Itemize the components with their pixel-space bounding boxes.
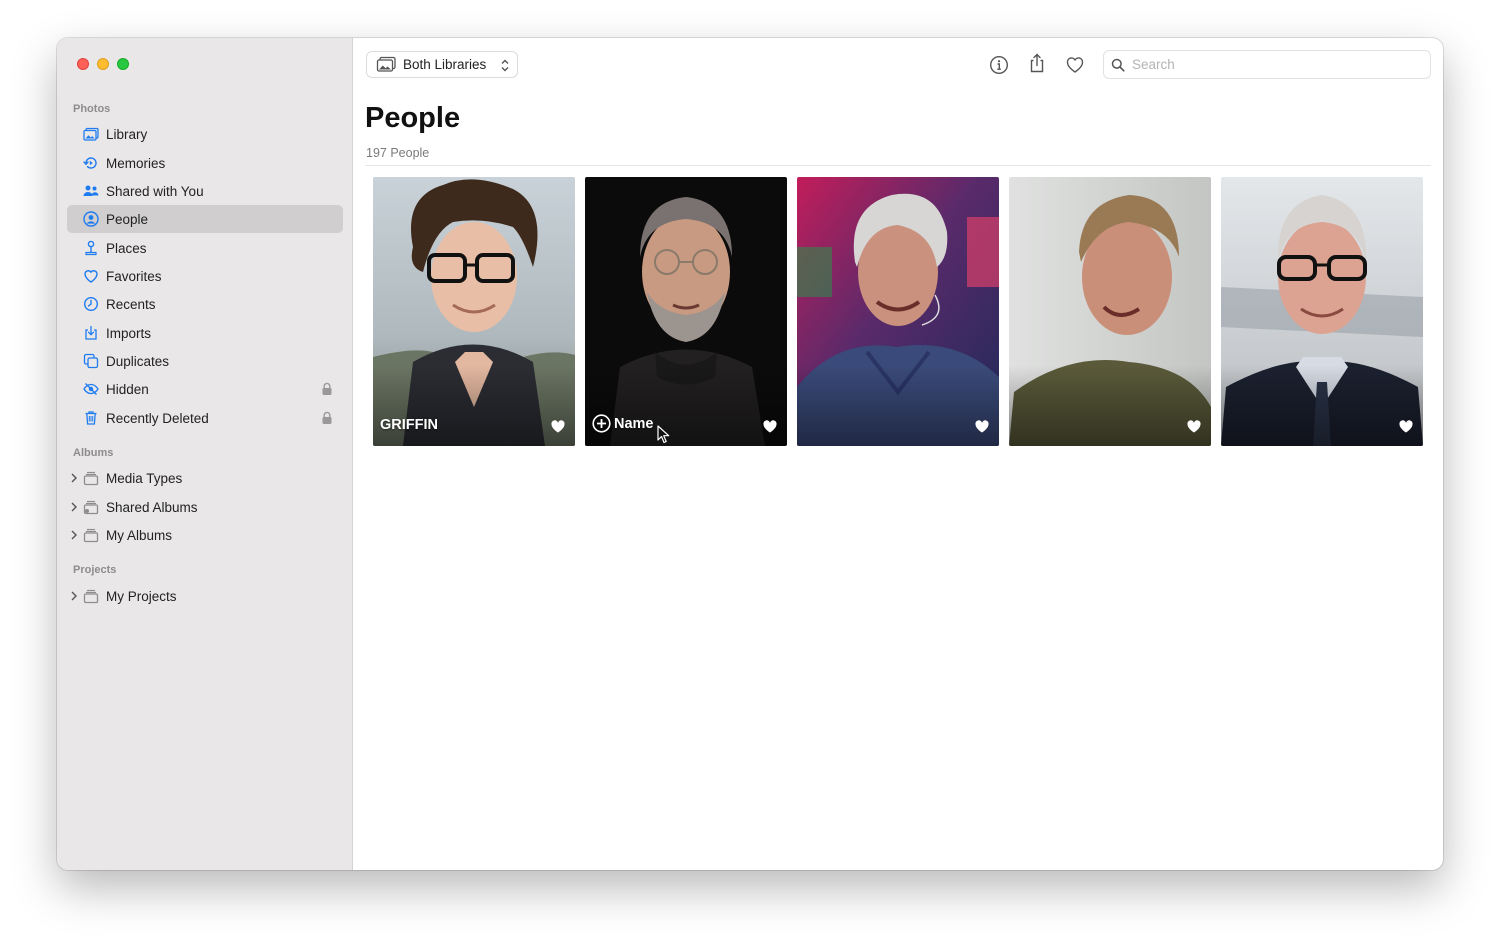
sidebar-item-library[interactable]: Library [67,120,343,148]
places-pin-icon [83,240,99,256]
sidebar-item-label: Shared with You [106,183,204,199]
search-input[interactable] [1132,57,1412,72]
memories-icon [83,155,99,171]
person-card[interactable] [1221,177,1423,446]
divider [365,165,1431,166]
sidebar-item-label: My Projects [106,588,177,604]
sidebar-item-shared-with-you[interactable]: Shared with You [67,177,343,205]
sidebar-item-label: My Albums [106,527,173,543]
sidebar-item-label: Hidden [106,381,149,397]
sidebar-item-people[interactable]: People [67,205,343,233]
sidebar-item-label: People [106,211,149,227]
sidebar-item-label: Recents [106,296,156,312]
folder-icon [83,527,99,543]
person-card[interactable] [1009,177,1211,446]
person-card[interactable]: Name [585,177,787,446]
shared-with-you-icon [83,183,99,199]
share-icon [1030,53,1044,73]
people-icon [83,211,99,227]
sidebar-item-duplicates[interactable]: Duplicates [67,347,343,375]
minimize-button[interactable] [97,58,109,70]
main-content: Both Libraries People 197 People [354,38,1443,870]
sidebar-item-hidden[interactable]: Hidden [67,375,343,403]
mouse-cursor-icon [657,425,670,444]
photo-library-icon [83,126,99,142]
photos-window: Photos Library Memories Shared with You … [57,38,1443,870]
person-card[interactable] [797,177,999,446]
sidebar-item-recents[interactable]: Recents [67,290,343,318]
close-button[interactable] [77,58,89,70]
sidebar: Photos Library Memories Shared with You … [57,38,353,870]
duplicates-icon [83,353,99,369]
sidebar-item-label: Memories [106,155,166,171]
favorite-heart-icon[interactable] [975,420,989,433]
sidebar-item-my-albums[interactable]: My Albums [67,521,343,549]
sidebar-item-media-types[interactable]: Media Types [67,464,343,492]
sidebar-item-label: Favorites [106,268,162,284]
page-title: People [365,102,461,134]
library-selector[interactable]: Both Libraries [366,51,518,78]
trash-icon [83,410,99,426]
section-title-albums: Albums [73,447,114,459]
zoom-button[interactable] [117,58,129,70]
folder-icon [83,470,99,486]
section-title-projects: Projects [73,564,117,576]
person-photo [1221,177,1423,446]
sidebar-item-label: Library [106,126,148,142]
search-icon [1111,58,1125,72]
favorite-heart-icon [1066,57,1084,73]
eye-slash-icon [83,381,99,397]
chevron-right-icon[interactable] [70,590,78,602]
sidebar-item-imports[interactable]: Imports [67,319,343,347]
section-title-photos: Photos [73,103,111,115]
sidebar-item-label: Duplicates [106,353,170,369]
import-icon [83,325,99,341]
person-photo [797,177,999,446]
heart-icon [83,268,99,284]
plus-circle-icon [592,414,611,433]
sidebar-item-label: Recently Deleted [106,410,209,426]
favorite-heart-icon[interactable] [1399,420,1413,433]
add-name-button[interactable]: Name [592,414,654,433]
person-photo [1009,177,1211,446]
sidebar-item-recently-deleted[interactable]: Recently Deleted [67,404,343,432]
up-down-chevron-icon [501,59,509,72]
chevron-right-icon[interactable] [70,472,78,484]
folder-icon [83,588,99,604]
info-icon [989,55,1009,75]
info-button[interactable] [988,54,1010,76]
sidebar-item-memories[interactable]: Memories [67,149,343,177]
person-photo [585,177,787,446]
lock-icon [322,411,332,424]
shared-folder-icon [83,499,99,515]
sidebar-item-label: Shared Albums [106,499,198,515]
sidebar-item-label: Places [106,240,147,256]
sidebar-item-label: Media Types [106,470,183,486]
sidebar-item-favorites[interactable]: Favorites [67,262,343,290]
sidebar-item-places[interactable]: Places [67,234,343,262]
sidebar-item-my-projects[interactable]: My Projects [67,582,343,610]
person-card[interactable]: GRIFFIN [373,177,575,446]
sidebar-item-label: Imports [106,325,152,341]
sidebar-item-shared-albums[interactable]: Shared Albums [67,493,343,521]
person-photo [373,177,575,446]
lock-icon [322,382,332,395]
person-name[interactable]: GRIFFIN [380,417,438,433]
favorite-heart-icon[interactable] [763,420,777,433]
people-count: 197 People [366,146,430,160]
library-selector-label: Both Libraries [403,57,487,72]
share-button[interactable] [1026,52,1048,74]
window-controls [77,58,129,70]
favorite-heart-icon[interactable] [551,420,565,433]
favorite-heart-icon[interactable] [1187,420,1201,433]
search-field[interactable] [1103,50,1431,79]
clock-icon [83,296,99,312]
chevron-right-icon[interactable] [70,501,78,513]
chevron-right-icon[interactable] [70,529,78,541]
favorite-button[interactable] [1064,54,1086,76]
photo-library-icon [376,56,396,72]
